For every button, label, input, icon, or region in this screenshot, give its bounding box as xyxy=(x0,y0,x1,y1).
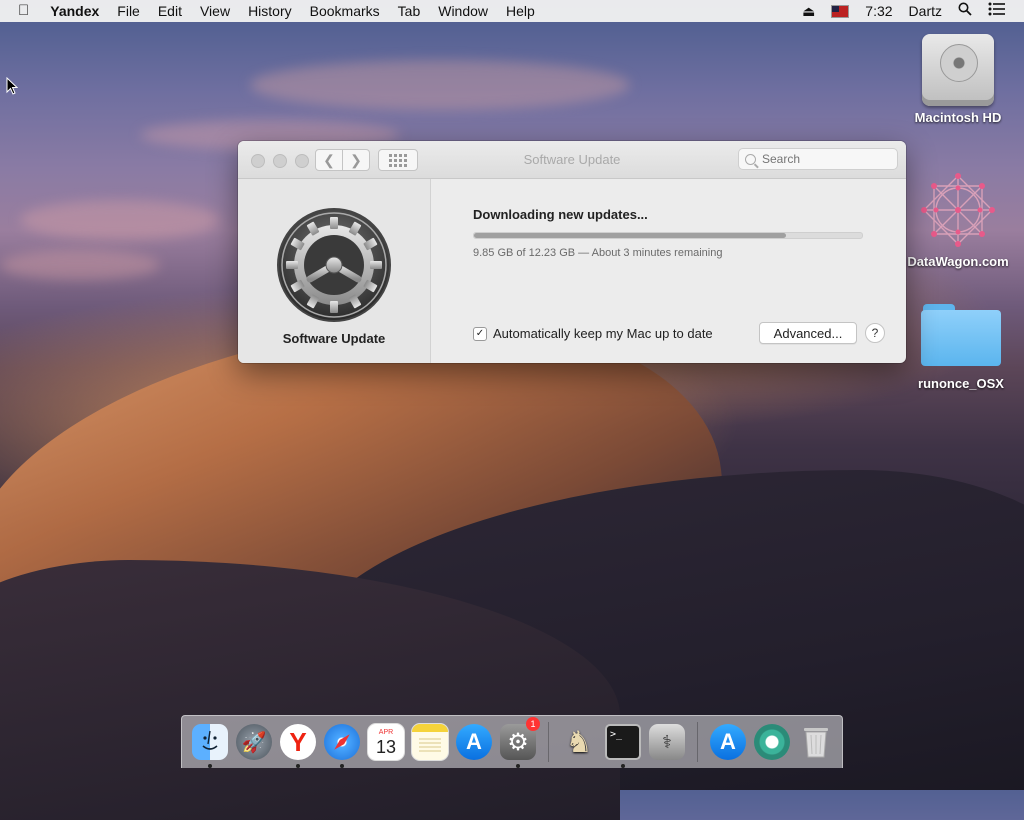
help-button[interactable]: ? xyxy=(865,323,885,343)
dock-item-chess[interactable]: ♞ xyxy=(559,722,599,762)
menu-bookmarks[interactable]: Bookmarks xyxy=(301,0,389,22)
search-field[interactable] xyxy=(738,148,898,170)
calendar-icon: APR 13 xyxy=(367,723,405,761)
desktop-icon-runonce-osx[interactable]: runonce_OSX xyxy=(906,304,1016,391)
mouse-cursor-icon xyxy=(6,76,19,100)
safari-compass-icon xyxy=(324,724,360,760)
apple-icon[interactable]:  xyxy=(0,0,41,22)
calendar-month: APR xyxy=(378,728,394,736)
menu-bar:  Yandex File Edit View History Bookmark… xyxy=(0,0,1024,22)
launchpad-rocket-icon: 🚀 xyxy=(236,724,272,760)
desktop-icon-label: Macintosh HD xyxy=(914,110,1002,125)
notification-center-icon[interactable] xyxy=(980,0,1014,22)
menu-help[interactable]: Help xyxy=(497,0,544,22)
menu-app-name[interactable]: Yandex xyxy=(41,0,108,22)
dock-item-app-store-downloads[interactable]: A xyxy=(708,722,748,762)
dock-item-calendar[interactable]: APR 13 xyxy=(366,722,406,762)
update-status-pane: Downloading new updates... 9.85 GB of 12… xyxy=(431,179,906,363)
input-source-flag-icon[interactable] xyxy=(831,4,850,18)
dock-item-terminal[interactable]: >_ xyxy=(603,722,643,768)
auto-update-checkbox[interactable]: ✓ xyxy=(473,326,487,341)
dock-item-app-store[interactable]: A xyxy=(454,722,494,762)
chess-knight-icon: ♞ xyxy=(565,725,593,759)
software-update-gear-icon xyxy=(276,207,392,323)
auto-update-label[interactable]: Automatically keep my Mac up to date xyxy=(493,326,713,341)
menu-tab[interactable]: Tab xyxy=(389,0,430,22)
download-detail-text: 9.85 GB of 12.23 GB — About 3 minutes re… xyxy=(473,247,723,259)
trash-icon xyxy=(798,724,834,760)
notification-badge: 1 xyxy=(526,717,540,731)
notes-icon xyxy=(411,723,449,761)
menu-history[interactable]: History xyxy=(239,0,301,22)
diamond-app-icon xyxy=(754,724,790,760)
calendar-day: 13 xyxy=(375,736,397,757)
menu-view[interactable]: View xyxy=(191,0,239,22)
desktop-icon-label: runonce_OSX xyxy=(918,376,1004,391)
dock-item-safari[interactable] xyxy=(322,722,362,768)
dock-item-trash[interactable] xyxy=(796,722,836,762)
dock-item-sourcetree[interactable] xyxy=(752,722,792,762)
menu-clock[interactable]: 7:32 xyxy=(857,0,900,22)
download-progress-bar xyxy=(473,232,863,239)
folder-icon xyxy=(921,304,1001,366)
disk-utility-icon: ⚕ xyxy=(649,724,685,760)
checkmark-icon: ✓ xyxy=(475,327,485,339)
dock-separator xyxy=(697,722,698,762)
download-status-text: Downloading new updates... xyxy=(473,207,648,222)
dock-item-launchpad[interactable]: 🚀 xyxy=(234,722,274,762)
desktop-icon-label: DataWagon.com xyxy=(907,254,1009,269)
window-titlebar[interactable]: ❮ ❯ Software Update xyxy=(238,141,906,179)
search-icon xyxy=(745,153,756,165)
dock-item-yandex[interactable]: Y xyxy=(278,722,318,768)
advanced-button[interactable]: Advanced... xyxy=(759,322,857,344)
yandex-browser-icon: Y xyxy=(280,724,316,760)
dock-item-notes[interactable] xyxy=(410,722,450,762)
auto-update-row[interactable]: ✓ Automatically keep my Mac up to date xyxy=(473,326,713,341)
menu-edit[interactable]: Edit xyxy=(149,0,191,22)
dock-item-finder[interactable] xyxy=(190,722,230,768)
menu-file[interactable]: File xyxy=(108,0,149,22)
dock-separator xyxy=(548,722,549,762)
desktop-icon-macintosh-hd[interactable]: Macintosh HD xyxy=(903,34,1013,125)
menu-user[interactable]: Dartz xyxy=(901,0,950,22)
hard-drive-icon xyxy=(922,34,994,106)
terminal-icon: >_ xyxy=(605,724,641,760)
dock-item-system-preferences[interactable]: ⚙ 1 xyxy=(498,717,540,768)
pane-title-label: Software Update xyxy=(282,331,386,346)
preference-icon-pane: Software Update xyxy=(238,179,431,363)
spotlight-search-icon[interactable] xyxy=(950,0,980,22)
app-store-icon: A xyxy=(456,724,492,760)
molecule-icon xyxy=(918,170,998,250)
menu-window[interactable]: Window xyxy=(429,0,497,22)
software-update-window: ❮ ❯ Software Update Search Software Upda… xyxy=(238,141,906,363)
eject-icon[interactable]: ⏏ xyxy=(794,0,823,22)
desktop-icon-datawagon[interactable]: DataWagon.com xyxy=(903,170,1013,269)
app-store-icon: A xyxy=(710,724,746,760)
search-input[interactable] xyxy=(760,151,884,167)
finder-icon xyxy=(192,724,228,760)
dock-item-disk-utility[interactable]: ⚕ xyxy=(647,722,687,762)
dock: 🚀 Y APR 13 A ⚙ 1 ♞ >_ ⚕ A xyxy=(181,715,843,768)
progress-fill xyxy=(474,233,787,238)
desktop-wallpaper xyxy=(0,0,1024,820)
